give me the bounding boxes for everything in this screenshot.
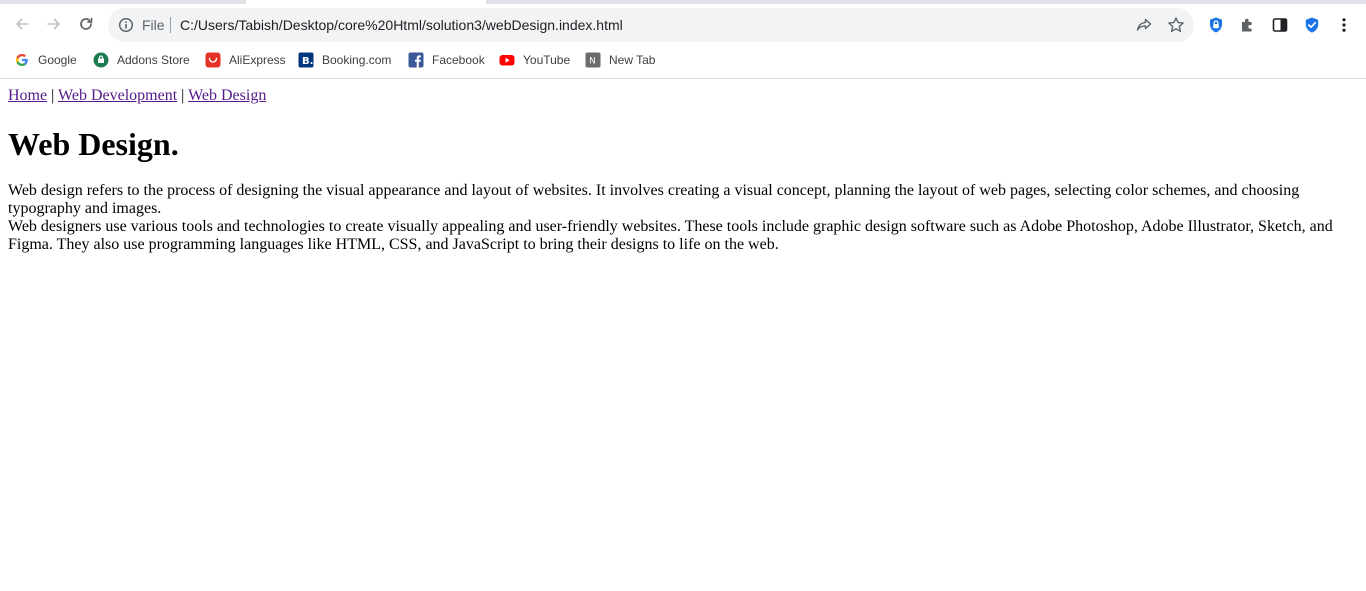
nav-separator: | (181, 87, 185, 104)
bookmark-label: Google (38, 53, 77, 67)
bookmark-google[interactable]: Google (14, 51, 77, 69)
puzzle-icon (1242, 18, 1252, 32)
forward-button[interactable] (39, 9, 69, 39)
aliexpress-icon (205, 52, 221, 68)
bookmark-booking[interactable]: B. Booking.com (298, 51, 391, 69)
reload-icon (80, 17, 93, 30)
nav-link-home[interactable]: Home (8, 87, 47, 104)
arrow-right-icon (47, 18, 60, 30)
facebook-icon (408, 52, 424, 68)
bookmark-youtube[interactable]: YouTube (499, 51, 570, 69)
site-nav: Home | Web Development | Web Design (8, 87, 1358, 105)
reload-button[interactable] (71, 9, 101, 39)
nav-link-web-design[interactable]: Web Design (188, 87, 266, 104)
address-bar[interactable]: File C:/Users/Tabish/Desktop/core%20Html… (108, 8, 1194, 42)
share-button[interactable] (1134, 15, 1154, 35)
share-icon (1136, 18, 1152, 31)
browser-chrome: File C:/Users/Tabish/Desktop/core%20Html… (0, 0, 1366, 79)
info-icon[interactable] (118, 17, 134, 33)
paragraph-intro: Web design refers to the process of desi… (8, 182, 1300, 217)
svg-text:N: N (589, 57, 595, 67)
extensions-button[interactable] (1238, 15, 1258, 35)
password-extension-button[interactable] (1206, 15, 1226, 35)
youtube-icon (499, 52, 515, 68)
bookmark-addons-store[interactable]: Addons Store (93, 51, 190, 69)
addons-store-icon (93, 52, 109, 68)
paragraph-tools: Web designers use various tools and tech… (8, 218, 1333, 253)
bookmark-label: Facebook (432, 53, 485, 67)
menu-button[interactable] (1334, 15, 1354, 35)
shield-check-icon (1305, 17, 1319, 33)
nav-link-web-development[interactable]: Web Development (58, 87, 177, 104)
page-content: Home | Web Development | Web Design Web … (0, 80, 1366, 591)
svg-text:B.: B. (302, 56, 313, 67)
security-extension-button[interactable] (1302, 15, 1322, 35)
booking-icon: B. (298, 52, 314, 68)
google-icon (14, 52, 30, 68)
bookmark-aliexpress[interactable]: AliExpress (205, 51, 286, 69)
nav-separator: | (51, 87, 55, 104)
bookmark-label: AliExpress (229, 53, 286, 67)
bookmark-label: YouTube (523, 53, 571, 67)
more-vert-icon (1342, 18, 1346, 32)
bookmark-label: Addons Store (117, 53, 190, 67)
star-icon (1168, 17, 1184, 32)
browser-toolbar: File C:/Users/Tabish/Desktop/core%20Html… (0, 4, 1366, 46)
side-panel-button[interactable] (1270, 15, 1290, 35)
back-button[interactable] (7, 9, 37, 39)
omnibox-divider (170, 17, 171, 33)
new-tab-icon: N (585, 52, 601, 68)
bookmarks-bar: Google Addons Store AliExpress B. Bookin… (0, 46, 1366, 74)
arrow-left-icon (16, 18, 29, 30)
page-title: Web Design. (8, 126, 179, 162)
shield-lock-icon (1210, 17, 1222, 33)
bookmark-new-tab[interactable]: N New Tab (585, 51, 655, 69)
bookmark-label: New Tab (609, 53, 656, 67)
url-text[interactable]: C:/Users/Tabish/Desktop/core%20Html/solu… (180, 8, 623, 42)
bookmark-label: Booking.com (322, 53, 392, 67)
scheme-label: File (142, 17, 165, 33)
side-panel-icon (1272, 18, 1288, 32)
bookmark-facebook[interactable]: Facebook (408, 51, 485, 69)
bookmark-star-button[interactable] (1166, 15, 1186, 35)
